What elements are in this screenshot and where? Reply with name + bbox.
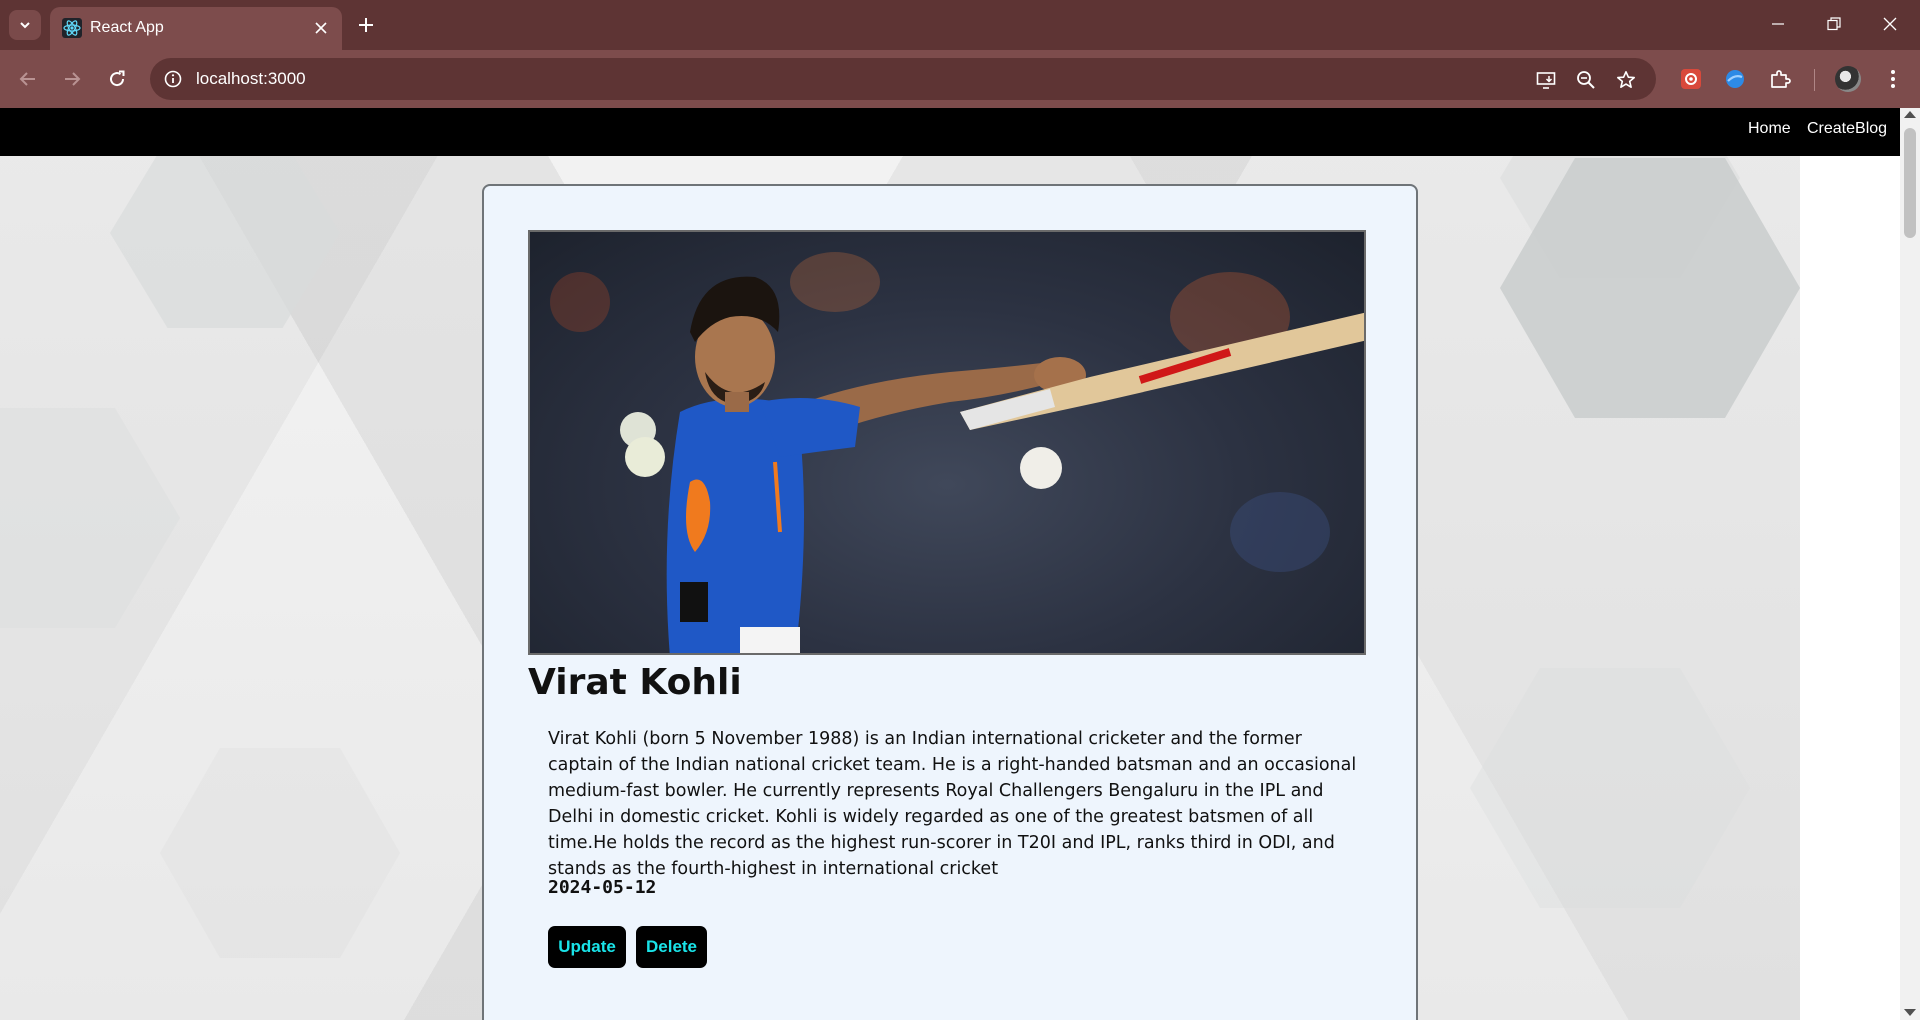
- tab-close-button[interactable]: [310, 17, 332, 39]
- nav-link-home[interactable]: Home: [1748, 120, 1791, 138]
- post-image: [528, 230, 1366, 655]
- post-title: Virat Kohli: [528, 662, 742, 703]
- close-window-button[interactable]: [1870, 8, 1910, 40]
- forward-button[interactable]: [56, 63, 88, 95]
- site-info-button[interactable]: [160, 66, 186, 92]
- bookmark-button[interactable]: [1612, 66, 1640, 94]
- more-vertical-icon: [1891, 70, 1895, 88]
- install-app-button[interactable]: [1532, 66, 1560, 94]
- arrow-right-icon: [65, 72, 81, 86]
- site-navbar: Home CreateBlog: [0, 108, 1900, 156]
- restore-icon: [1827, 17, 1841, 31]
- tab-strip: React App: [0, 0, 1920, 50]
- toolbar-divider: [1814, 69, 1815, 91]
- extensions-button[interactable]: [1764, 63, 1796, 95]
- react-logo-icon: [62, 18, 82, 38]
- profile-avatar[interactable]: [1835, 66, 1861, 92]
- background-shape: [110, 138, 340, 328]
- extension-blue-button[interactable]: [1719, 63, 1751, 95]
- tab-title: React App: [90, 19, 164, 36]
- url-text[interactable]: localhost:3000: [196, 69, 306, 89]
- nav-link-createblog[interactable]: CreateBlog: [1807, 120, 1887, 138]
- background-shape: [160, 748, 400, 958]
- page-viewport: Home CreateBlog Virat Kohli Virat Kohli …: [0, 108, 1920, 1020]
- zoom-out-icon: [1577, 71, 1595, 89]
- delete-button[interactable]: Delete: [636, 926, 707, 968]
- minimize-button[interactable]: [1758, 8, 1798, 40]
- extension-red-icon: [1681, 69, 1701, 89]
- install-app-icon: [1536, 72, 1556, 89]
- extension-red-button[interactable]: [1675, 63, 1707, 95]
- tab-search-button[interactable]: [9, 10, 41, 40]
- new-tab-button[interactable]: [352, 11, 380, 39]
- close-icon: [1883, 17, 1897, 31]
- cricketer-illustration: [666, 276, 1364, 653]
- arrow-left-icon: [19, 72, 35, 86]
- background-shape: [0, 408, 180, 628]
- extension-blue-icon: [1726, 70, 1744, 88]
- scrollbar-thumb[interactable]: [1904, 128, 1916, 238]
- minimize-icon: [1772, 23, 1784, 25]
- update-button[interactable]: Update: [548, 926, 626, 968]
- page-scrollbar[interactable]: [1900, 108, 1920, 1020]
- restore-button[interactable]: [1814, 8, 1854, 40]
- address-bar[interactable]: localhost:3000: [150, 58, 1656, 100]
- reload-icon: [110, 70, 125, 87]
- tab-react-app[interactable]: React App: [50, 7, 342, 50]
- background-shape: [1470, 668, 1750, 908]
- star-icon: [1617, 71, 1635, 88]
- post-date: 2024-05-12: [548, 877, 657, 898]
- scroll-down-icon[interactable]: [1904, 1009, 1916, 1016]
- blog-post-card: Virat Kohli Virat Kohli (born 5 November…: [482, 184, 1418, 1020]
- plus-icon: [359, 18, 373, 32]
- zoom-button[interactable]: [1572, 66, 1600, 94]
- back-button[interactable]: [12, 63, 44, 95]
- info-icon: [164, 70, 182, 88]
- close-icon: [315, 22, 327, 34]
- post-body: Virat Kohli (born 5 November 1988) is an…: [548, 729, 1357, 879]
- chevron-down-icon: [20, 22, 30, 29]
- scroll-up-icon[interactable]: [1904, 111, 1916, 118]
- browser-menu-button[interactable]: [1877, 63, 1909, 95]
- puzzle-icon: [1771, 70, 1791, 88]
- reload-button[interactable]: [101, 63, 133, 95]
- browser-toolbar: localhost:3000: [0, 50, 1920, 108]
